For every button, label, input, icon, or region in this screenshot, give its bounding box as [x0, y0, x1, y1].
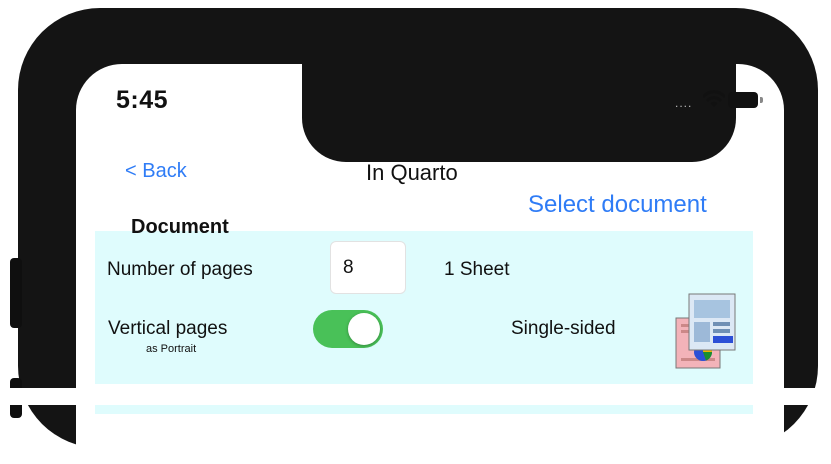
single-sided-document-icon[interactable] [675, 292, 739, 372]
bottom-edge [0, 388, 831, 405]
page-title: In Quarto [366, 160, 458, 185]
wifi-icon [703, 90, 725, 107]
vertical-pages-sublabel: as Portrait [146, 343, 197, 355]
status-time: 5:45 [116, 86, 169, 114]
section-title: Document [131, 216, 229, 238]
select-document-button[interactable]: Select document [528, 191, 707, 219]
document-panel [95, 231, 753, 384]
vertical-pages-label: Vertical pages [108, 318, 228, 339]
toggle-knob [348, 313, 380, 345]
pages-input[interactable] [330, 241, 406, 294]
vertical-pages-toggle[interactable] [313, 310, 383, 348]
battery-icon [728, 92, 758, 108]
side-button [10, 258, 22, 328]
sided-label: Single-sided [511, 318, 616, 339]
back-button[interactable]: < Back [125, 160, 187, 183]
notch [302, 64, 736, 162]
battery-tip [760, 97, 763, 103]
sheets-count: 1 Sheet [444, 259, 510, 280]
signal-icon: .... [675, 96, 693, 110]
pages-label: Number of pages [107, 259, 253, 280]
